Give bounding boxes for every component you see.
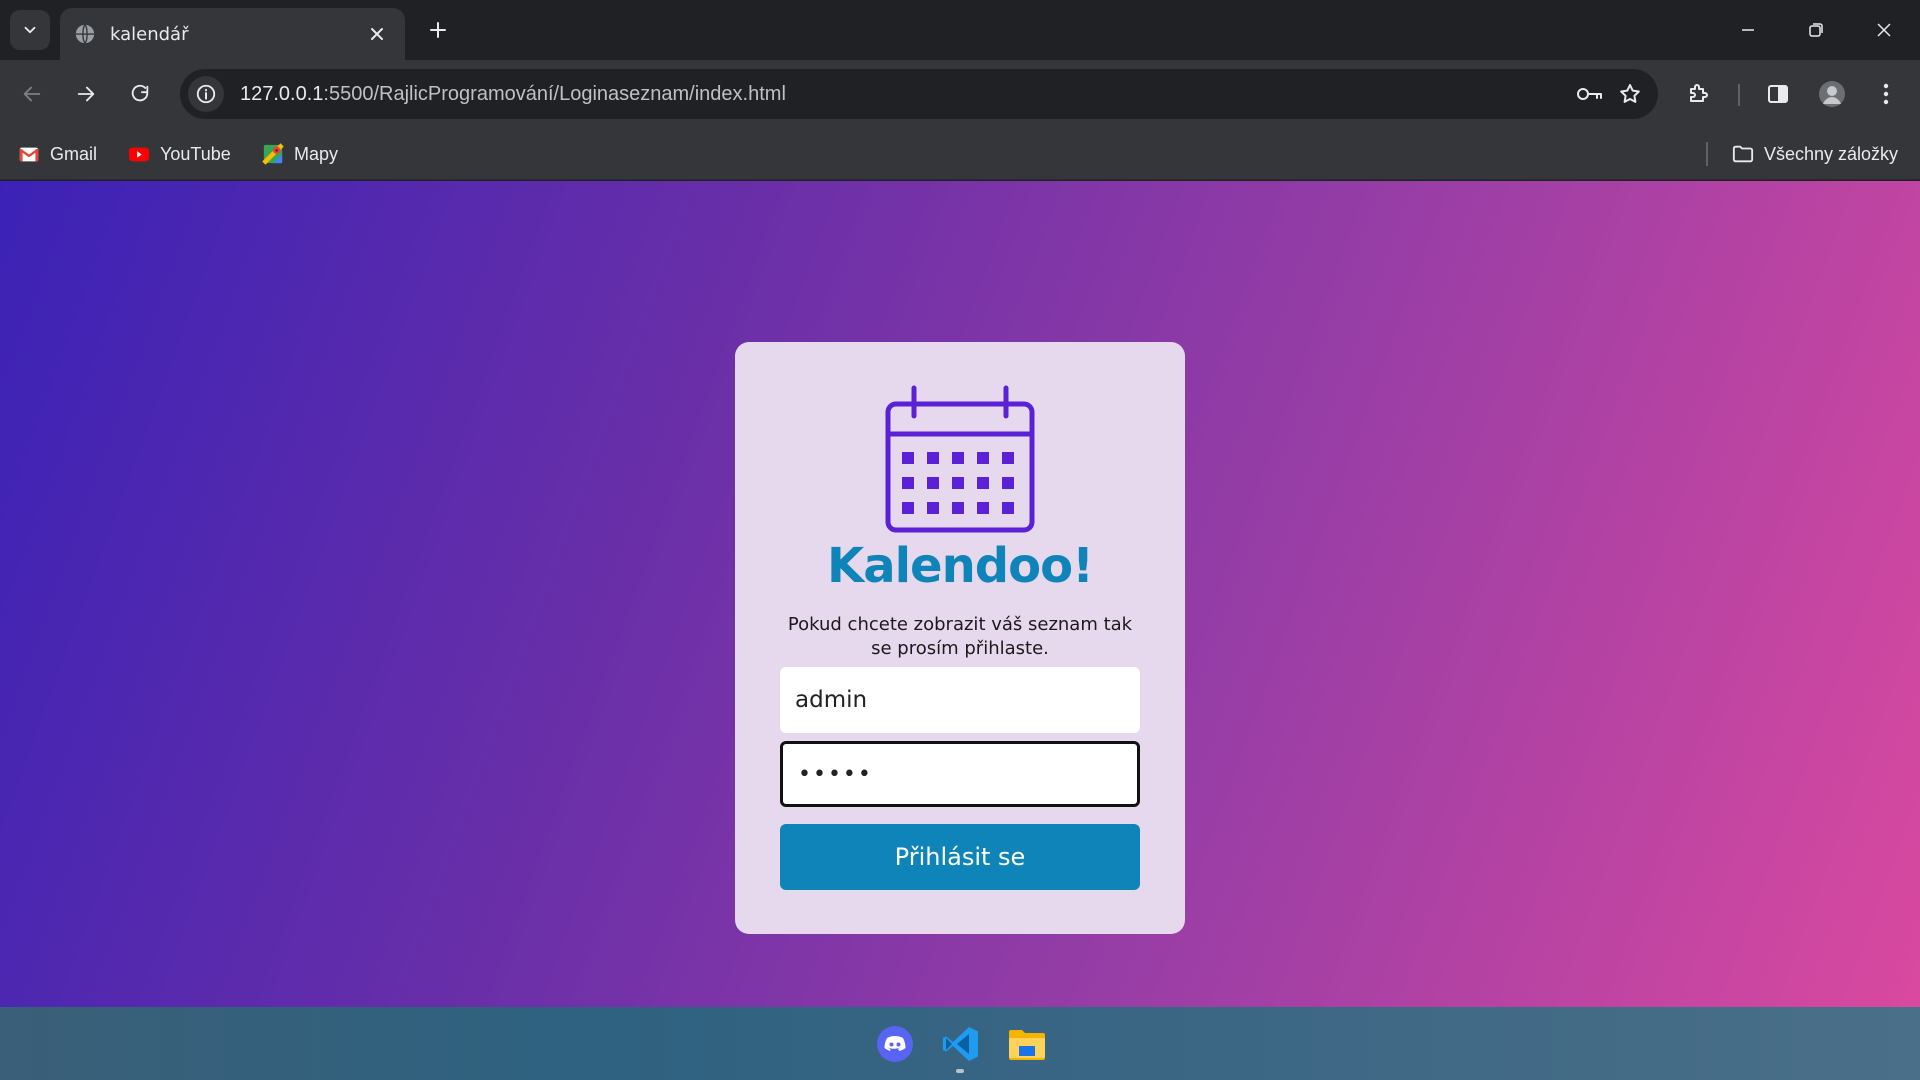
calendar-icon <box>885 385 1035 533</box>
minimize-button[interactable] <box>1714 0 1782 60</box>
all-bookmarks-button[interactable]: Všechny záložky <box>1732 140 1898 168</box>
forward-button[interactable] <box>66 74 106 114</box>
minimize-icon <box>1742 29 1754 31</box>
back-button[interactable] <box>12 74 52 114</box>
bookmark-gmail[interactable]: Gmail <box>18 140 97 168</box>
info-icon <box>196 84 216 104</box>
vscode-icon <box>943 1027 978 1061</box>
bookmark-star-button[interactable] <box>1610 74 1650 114</box>
tab-strip: kalendář <box>0 0 1920 60</box>
site-info-button[interactable] <box>188 76 224 112</box>
folder-icon <box>1732 145 1754 163</box>
vscode-active-indicator <box>956 1069 964 1073</box>
puzzle-icon <box>1690 84 1708 102</box>
reload-button[interactable] <box>120 74 160 114</box>
globe-icon <box>75 24 95 44</box>
browser-menu-button[interactable] <box>1866 74 1906 114</box>
reload-icon <box>131 84 149 102</box>
bookmark-maps[interactable]: Mapy <box>262 140 338 168</box>
side-panel-icon <box>1768 85 1788 103</box>
bookmarks-divider <box>1706 142 1708 166</box>
url-host: 127.0.0.1 <box>240 82 324 105</box>
taskbar-file-explorer[interactable] <box>1004 1021 1050 1067</box>
profile-button[interactable] <box>1812 74 1852 114</box>
maps-icon <box>262 143 284 165</box>
new-tab-button[interactable] <box>418 12 458 48</box>
key-icon <box>1577 88 1602 100</box>
youtube-icon <box>128 147 150 162</box>
password-key-button[interactable] <box>1570 74 1610 114</box>
arrow-right-icon <box>77 86 95 102</box>
tab-search-button[interactable] <box>10 10 50 50</box>
login-button[interactable]: Přihlásit se <box>780 824 1140 890</box>
chevron-down-icon <box>24 26 36 34</box>
tab-close-button[interactable] <box>363 20 391 48</box>
arrow-left-icon <box>23 86 41 102</box>
password-input[interactable]: ••••• <box>780 741 1140 807</box>
file-explorer-icon <box>1009 1030 1045 1060</box>
toolbar-divider <box>1738 84 1740 106</box>
close-window-button[interactable] <box>1850 0 1918 60</box>
restore-icon <box>1809 23 1823 37</box>
extensions-button[interactable] <box>1678 74 1718 114</box>
star-icon <box>1620 84 1640 103</box>
close-icon <box>371 28 383 40</box>
plus-icon <box>430 22 446 38</box>
bookmark-youtube[interactable]: YouTube <box>128 140 231 168</box>
page-background: Kalendoo! Pokud chcete zobrazit váš sezn… <box>0 181 1920 1007</box>
gmail-icon <box>19 147 39 162</box>
avatar <box>1819 81 1845 107</box>
brand-title: Kalendoo! <box>827 538 1094 594</box>
side-panel-button[interactable] <box>1758 74 1798 114</box>
username-input[interactable]: admin <box>780 667 1140 733</box>
login-subtitle: Pokud chcete zobrazit váš seznam tak se … <box>787 614 1133 659</box>
tab-title: kalendář <box>110 23 189 45</box>
bookmark-label: Gmail <box>50 143 98 164</box>
discord-icon <box>877 1026 913 1062</box>
url-path: :5500/RajlicProgramování/Loginaseznam/in… <box>323 82 786 105</box>
browser-toolbar: 127.0.0.1:5500/RajlicProgramování/Logina… <box>0 60 1920 128</box>
restore-button[interactable] <box>1782 0 1850 60</box>
address-bar[interactable]: 127.0.0.1:5500/RajlicProgramování/Logina… <box>180 69 1658 119</box>
bookmark-label: YouTube <box>160 143 231 164</box>
bookmark-label: Mapy <box>294 143 339 164</box>
login-card: Kalendoo! Pokud chcete zobrazit váš sezn… <box>735 342 1185 934</box>
bookmarks-bar: Gmail YouTube Mapy Všechny záložky <box>0 128 1920 180</box>
url-text[interactable]: 127.0.0.1:5500/RajlicProgramování/Logina… <box>240 83 1570 106</box>
browser-tab-active[interactable]: kalendář <box>60 8 405 60</box>
kebab-menu-icon <box>1883 83 1889 105</box>
all-bookmarks-label: Všechny záložky <box>1764 143 1899 164</box>
taskbar-vscode[interactable] <box>938 1021 984 1067</box>
os-taskbar <box>0 1007 1920 1080</box>
taskbar-discord[interactable] <box>872 1021 918 1067</box>
close-icon <box>1877 23 1891 37</box>
